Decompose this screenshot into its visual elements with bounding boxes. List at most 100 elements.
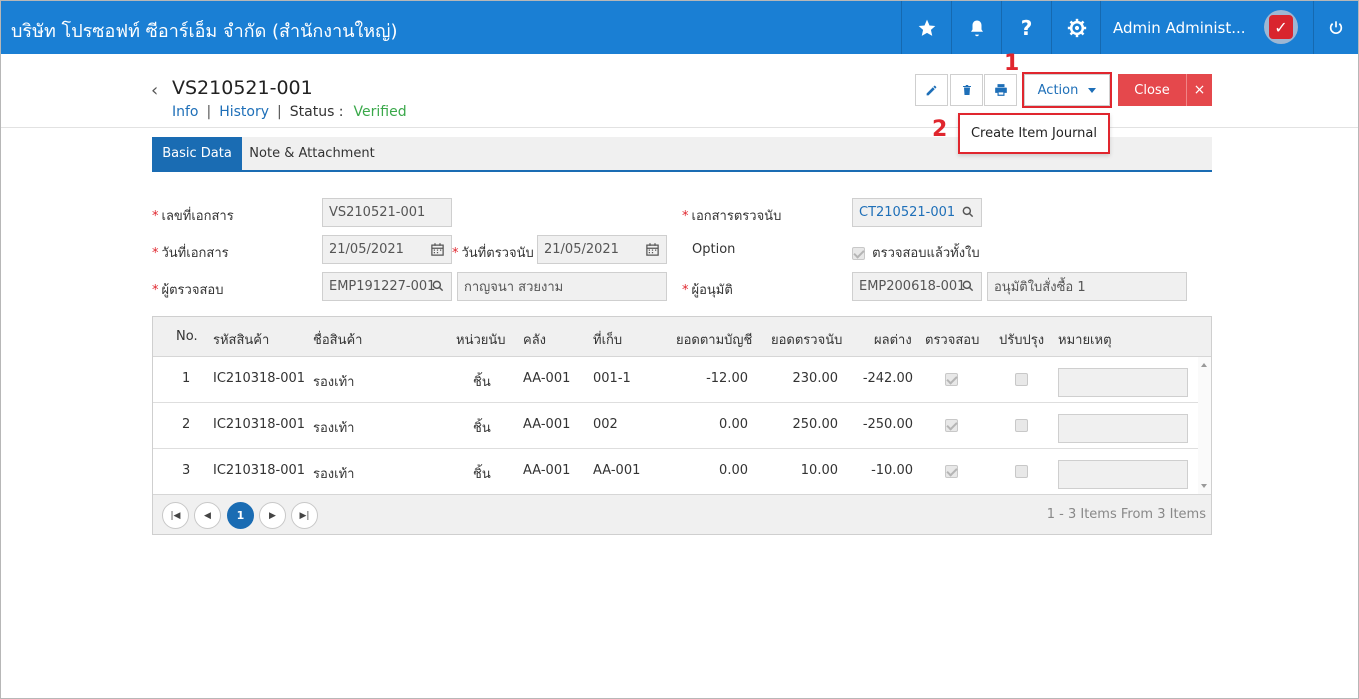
calendar-icon[interactable] bbox=[430, 242, 445, 257]
table-row[interactable]: 1 IC210318-001 รองเท้า ชิ้น AA-001 001-1… bbox=[153, 357, 1198, 403]
trash-icon bbox=[962, 85, 971, 95]
back-icon[interactable]: ‹ bbox=[151, 80, 158, 101]
approver-code-value: EMP200618-001 bbox=[859, 279, 966, 294]
adjust-checkbox[interactable] bbox=[1015, 373, 1028, 386]
cell-no: 2 bbox=[182, 417, 191, 432]
close-button[interactable]: Close bbox=[1118, 74, 1186, 106]
top-bar: บริษัท โปรซอฟท์ ซีอาร์เอ็ม จำกัด (สำนักง… bbox=[1, 1, 1358, 54]
print-button[interactable] bbox=[984, 74, 1017, 106]
verified-all-checkbox[interactable] bbox=[852, 247, 865, 260]
cell-location: AA-001 bbox=[593, 463, 641, 478]
cell-location: 002 bbox=[593, 417, 618, 432]
last-page-button[interactable]: ▶| bbox=[291, 502, 318, 529]
approver-code-field[interactable]: EMP200618-001 bbox=[852, 272, 982, 301]
col-warehouse: คลัง bbox=[523, 333, 547, 348]
cell-location: 001-1 bbox=[593, 371, 631, 386]
cell-warehouse: AA-001 bbox=[523, 371, 571, 386]
tab-note-attachment[interactable]: Note & Attachment bbox=[242, 137, 382, 170]
adjust-checkbox[interactable] bbox=[1015, 465, 1028, 478]
col-location: ที่เก็บ bbox=[593, 333, 623, 348]
verified-checkbox[interactable] bbox=[945, 373, 958, 386]
favorite-button[interactable] bbox=[901, 1, 951, 54]
printer-icon bbox=[994, 84, 1007, 96]
col-no: No. bbox=[176, 329, 198, 344]
cell-counted-qty: 230.00 bbox=[792, 371, 839, 386]
search-icon[interactable] bbox=[431, 279, 445, 293]
cell-no: 3 bbox=[182, 463, 191, 478]
grid-scrollbar[interactable] bbox=[1198, 357, 1211, 494]
count-date-field[interactable]: 21/05/2021 bbox=[537, 235, 667, 264]
scroll-up-icon[interactable] bbox=[1201, 363, 1207, 367]
verified-checkbox[interactable] bbox=[945, 419, 958, 432]
remark-input[interactable] bbox=[1058, 368, 1188, 397]
verified-all-label: ตรวจสอบแล้วทั้งใบ bbox=[872, 246, 980, 261]
cell-unit: ชิ้น bbox=[473, 421, 491, 436]
doc-date-value: 21/05/2021 bbox=[329, 242, 404, 257]
cell-book-qty: 0.00 bbox=[719, 417, 748, 432]
grid-header: No. รหัสสินค้า ชื่อสินค้า หน่วยนับ คลัง … bbox=[153, 317, 1211, 357]
remark-input[interactable] bbox=[1058, 460, 1188, 489]
notification-button[interactable] bbox=[951, 1, 1001, 54]
gear-icon bbox=[1067, 18, 1086, 37]
header-divider bbox=[1, 127, 1358, 128]
avatar[interactable]: ✓ bbox=[1264, 10, 1298, 44]
cell-unit: ชิ้น bbox=[473, 375, 491, 390]
edit-button[interactable] bbox=[915, 74, 948, 106]
menu-item-create-item-journal[interactable]: Create Item Journal bbox=[958, 113, 1110, 154]
col-unit: หน่วยนับ bbox=[456, 333, 506, 348]
inspector-code-field[interactable]: EMP191227-001 bbox=[322, 272, 452, 301]
separator: | bbox=[277, 104, 282, 120]
close-icon[interactable]: × bbox=[1186, 74, 1212, 106]
status-badge: Verified bbox=[353, 104, 407, 120]
col-book-qty: ยอดตามบัญชี bbox=[676, 333, 753, 348]
table-row[interactable]: 2 IC210318-001 รองเท้า ชิ้น AA-001 002 0… bbox=[153, 403, 1198, 449]
cell-name: รองเท้า bbox=[313, 421, 355, 436]
inspector-label: * ผู้ตรวจสอบ bbox=[152, 283, 224, 298]
logout-button[interactable] bbox=[1313, 1, 1358, 54]
count-date-value: 21/05/2021 bbox=[544, 242, 619, 257]
count-date-label: * วันที่ตรวจนับ bbox=[452, 246, 534, 261]
pager-info: 1 - 3 Items From 3 Items bbox=[1046, 507, 1206, 522]
option-label: Option bbox=[692, 242, 736, 257]
col-adjust: ปรับปรุง bbox=[999, 333, 1045, 348]
option-checkbox-group: ตรวจสอบแล้วทั้งใบ bbox=[852, 242, 980, 263]
cell-book-qty: 0.00 bbox=[719, 463, 748, 478]
col-verified: ตรวจสอบ bbox=[925, 333, 980, 348]
calendar-icon[interactable] bbox=[645, 242, 660, 257]
info-link[interactable]: Info bbox=[172, 104, 199, 120]
items-grid: No. รหัสสินค้า ชื่อสินค้า หน่วยนับ คลัง … bbox=[152, 316, 1212, 535]
inspector-name-field: กาญจนา สวยงาม bbox=[457, 272, 667, 301]
doc-no-field[interactable]: VS210521-001 bbox=[322, 198, 452, 227]
table-row[interactable]: 3 IC210318-001 รองเท้า ชิ้น AA-001 AA-00… bbox=[153, 449, 1198, 495]
scroll-down-icon[interactable] bbox=[1201, 484, 1207, 488]
remark-input[interactable] bbox=[1058, 414, 1188, 443]
settings-button[interactable] bbox=[1051, 1, 1101, 54]
approver-name-field: อนุมัติใบสั่งซื้อ 1 bbox=[987, 272, 1187, 301]
star-icon bbox=[918, 19, 935, 36]
pencil-icon bbox=[926, 85, 937, 95]
first-page-button[interactable]: |◀ bbox=[162, 502, 189, 529]
ref-doc-field[interactable]: CT210521-001 bbox=[852, 198, 982, 227]
prev-page-button[interactable]: ◀ bbox=[194, 502, 221, 529]
col-counted-qty: ยอดตรวจนับ bbox=[771, 333, 843, 348]
search-icon[interactable] bbox=[961, 205, 975, 219]
verified-checkbox[interactable] bbox=[945, 465, 958, 478]
approver-label: * ผู้อนุมัติ bbox=[682, 283, 733, 298]
page-title: VS210521-001 bbox=[172, 77, 313, 99]
page-1-button[interactable]: 1 bbox=[227, 502, 254, 529]
history-link[interactable]: History bbox=[219, 104, 269, 120]
tab-basic-data[interactable]: Basic Data bbox=[152, 137, 242, 170]
cell-warehouse: AA-001 bbox=[523, 463, 571, 478]
status-label: Status : bbox=[289, 104, 344, 120]
delete-button[interactable] bbox=[950, 74, 983, 106]
doc-date-field[interactable]: 21/05/2021 bbox=[322, 235, 452, 264]
cell-code: IC210318-001 bbox=[213, 463, 306, 478]
ref-doc-value: CT210521-001 bbox=[859, 205, 956, 220]
help-button[interactable]: ? bbox=[1001, 1, 1051, 54]
cell-book-qty: -12.00 bbox=[706, 371, 748, 386]
doc-no-label: * เลขที่เอกสาร bbox=[152, 209, 234, 224]
cell-unit: ชิ้น bbox=[473, 467, 491, 482]
adjust-checkbox[interactable] bbox=[1015, 419, 1028, 432]
next-page-button[interactable]: ▶ bbox=[259, 502, 286, 529]
search-icon[interactable] bbox=[961, 279, 975, 293]
